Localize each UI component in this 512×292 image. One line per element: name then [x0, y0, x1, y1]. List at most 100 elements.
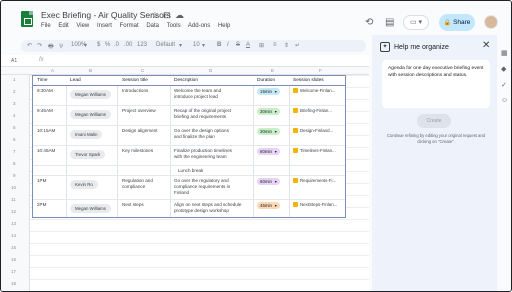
lead-chip[interactable]: Imani Malin [70, 130, 103, 139]
cell-description-line[interactable]: Lunch break [178, 168, 203, 174]
duration-chip[interactable]: 60min ▼ [257, 148, 281, 155]
row-header[interactable]: 5 [13, 125, 16, 130]
row-header[interactable]: 18 [11, 281, 16, 286]
create-button[interactable]: Create [417, 114, 451, 128]
row-header[interactable]: 10 [11, 185, 16, 190]
cell-time[interactable]: 9:30AM [37, 88, 53, 94]
cell-description-line[interactable]: introduce project lead [174, 94, 218, 100]
cell-description-line[interactable]: Finland [174, 190, 189, 196]
prompt-input[interactable]: Agenda for one day executive briefing ev… [382, 60, 490, 108]
name-box[interactable]: A1 [11, 58, 17, 64]
cell-session-title[interactable]: Key milestones [122, 148, 153, 154]
row-header[interactable]: 17 [11, 269, 16, 274]
column-header-e[interactable]: E [271, 68, 274, 73]
table-row-lunch[interactable]: Lunch break [33, 166, 345, 176]
font-chevron-down-icon[interactable]: ▾ [179, 42, 182, 49]
menu-insert[interactable]: Insert [97, 23, 112, 29]
bold-button[interactable]: B [217, 42, 221, 48]
menu-data[interactable]: Data [146, 23, 159, 29]
table-row[interactable]: 9:30AM Megan Williams Introductions Welc… [33, 86, 345, 106]
column-header-f[interactable]: F [319, 68, 322, 73]
slides-link[interactable]: NextSteps-Finlan... [293, 202, 337, 207]
slides-link[interactable]: Timelines-Finlan... [293, 148, 336, 153]
duration-chip[interactable]: 30min ▼ [257, 128, 281, 135]
cell-time[interactable]: 10:45AM [37, 148, 55, 154]
text-color-button[interactable]: A [246, 42, 250, 48]
sheets-logo-icon[interactable] [21, 11, 33, 27]
close-icon[interactable]: ✕ [482, 40, 490, 51]
table-row[interactable]: 1PM Kevin Ro Regulation and compliance G… [33, 176, 345, 200]
row-header[interactable]: 4 [13, 113, 16, 118]
duration-chip[interactable]: 60min ▼ [257, 178, 281, 185]
table-row[interactable]: 2PM Megan Williams Next steps Align on n… [33, 200, 345, 217]
row-header[interactable]: 1 [13, 77, 16, 82]
lead-chip[interactable]: Trevor Spark [70, 150, 106, 159]
row-header[interactable]: 13 [11, 221, 16, 226]
percent-format-button[interactable]: % [105, 42, 110, 48]
column-header-c[interactable]: C [141, 68, 144, 73]
history-icon[interactable]: ⟲ [365, 17, 373, 28]
cell-time[interactable]: 2PM [37, 202, 46, 208]
menu-addons[interactable]: Add-ons [188, 23, 210, 29]
align-icon[interactable]: ≡ [273, 42, 277, 48]
agenda-table[interactable]: Time Lead Session title Description Dura… [32, 75, 346, 218]
cell-session-title[interactable]: Project overview [122, 108, 156, 114]
slides-link[interactable]: Design-Finland... [293, 128, 333, 133]
duration-chip[interactable]: 45min ▼ [257, 202, 281, 209]
wrap-icon[interactable]: ↵ [295, 42, 300, 49]
lead-chip[interactable]: Megan Williams [70, 110, 111, 119]
star-icon[interactable]: ☆ [151, 10, 159, 21]
row-header[interactable]: 11 [11, 197, 16, 202]
borders-icon[interactable]: ⊞ [259, 42, 264, 49]
cell-description-line[interactable]: and finalize the plan [174, 134, 215, 140]
column-header-d[interactable]: D [209, 68, 212, 73]
menu-view[interactable]: View [76, 23, 89, 29]
font-size-select[interactable]: 10 [193, 42, 200, 48]
cell-session-title[interactable]: Next steps [122, 202, 144, 208]
menu-help[interactable]: Help [218, 23, 230, 29]
decrease-decimal-button[interactable]: .0 [114, 42, 119, 48]
font-size-chevron-down-icon[interactable]: ▾ [202, 42, 205, 49]
print-icon[interactable]: 🖶 [48, 42, 54, 52]
duration-chip[interactable]: 15min ▼ [257, 88, 281, 95]
table-row[interactable]: 9:45AM Megan Williams Project overview R… [33, 106, 345, 126]
cell-time[interactable]: 1PM [37, 178, 46, 184]
row-header[interactable]: 15 [11, 245, 16, 250]
move-folder-icon[interactable]: ⊡ [163, 10, 171, 21]
contacts-icon[interactable]: ☺ [501, 97, 508, 104]
tasks-icon[interactable]: ✓ [501, 81, 507, 89]
duration-chip[interactable]: 30min ▼ [257, 108, 281, 115]
row-header[interactable]: 16 [11, 257, 16, 262]
row-header[interactable]: 3 [13, 101, 16, 106]
cell-description-line[interactable]: with the engineering team [174, 154, 227, 160]
calendar-icon[interactable]: ▦ [501, 49, 508, 57]
cell-description-line[interactable]: briefing and requirements [174, 114, 226, 120]
cell-session-title[interactable]: Introductions [122, 88, 148, 94]
cell-time[interactable]: 10:15AM [37, 128, 55, 134]
slides-link[interactable]: Welcome-Finlan... [293, 88, 335, 93]
avatar[interactable] [484, 15, 498, 29]
strikethrough-button[interactable]: S [236, 42, 240, 48]
lead-chip[interactable]: Megan Williams [70, 90, 111, 99]
cell-session-title[interactable]: compliance [122, 184, 145, 190]
lead-chip[interactable]: Megan Williams [70, 204, 111, 213]
header-duration[interactable]: Duration [257, 78, 275, 83]
slides-link[interactable]: Briefing-Finlan... [293, 108, 332, 113]
zoom-chevron-down-icon[interactable]: ▾ [84, 42, 87, 49]
table-row[interactable]: 10:45AM Trevor Spark Key milestones Fina… [33, 146, 345, 166]
header-time[interactable]: Time [37, 78, 47, 83]
meet-button[interactable]: ▭ ▾ [403, 15, 429, 30]
paint-format-icon[interactable]: ⅌ [59, 42, 63, 50]
keep-icon[interactable]: ◆ [501, 65, 506, 73]
redo-icon[interactable]: ↷ [37, 42, 42, 49]
row-header[interactable]: 2 [13, 89, 16, 94]
row-header[interactable]: 8 [13, 161, 16, 166]
column-header-b[interactable]: B [89, 68, 92, 73]
cell-time[interactable]: 9:45AM [37, 108, 53, 114]
currency-format-button[interactable]: $ [97, 42, 100, 48]
comments-icon[interactable]: ▤ [385, 17, 394, 28]
header-session-title[interactable]: Session title [122, 78, 148, 83]
cell-session-title[interactable]: Design alignment [122, 128, 158, 134]
table-row[interactable]: 10:15AM Imani Malin Design alignment Go … [33, 126, 345, 146]
row-header[interactable]: 6 [13, 137, 16, 142]
